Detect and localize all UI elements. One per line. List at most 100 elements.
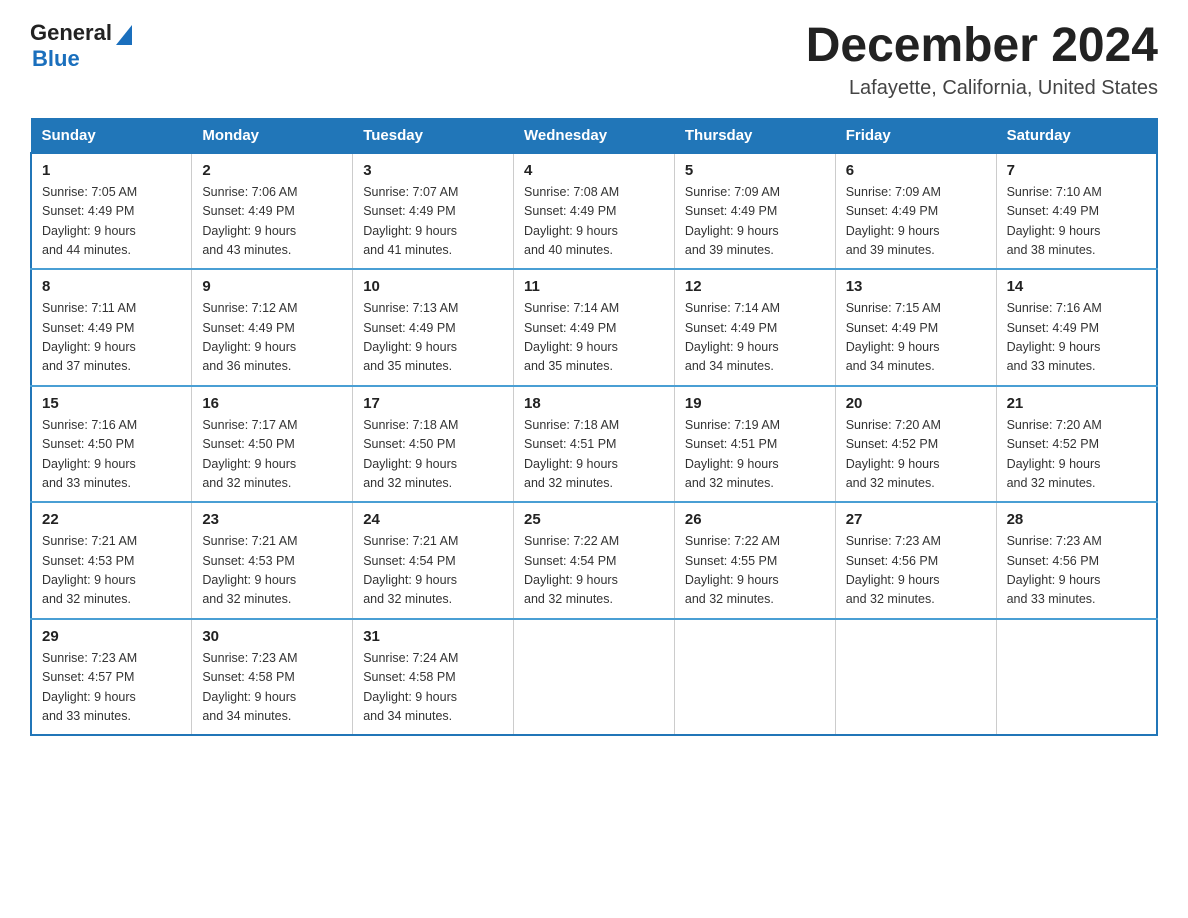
day-info: Sunrise: 7:11 AMSunset: 4:49 PMDaylight:… [42,299,181,377]
calendar-subtitle: Lafayette, California, United States [806,77,1158,100]
day-info: Sunrise: 7:20 AMSunset: 4:52 PMDaylight:… [1007,416,1146,494]
day-info: Sunrise: 7:21 AMSunset: 4:54 PMDaylight:… [363,532,503,610]
day-info: Sunrise: 7:22 AMSunset: 4:54 PMDaylight:… [524,532,664,610]
day-info: Sunrise: 7:05 AMSunset: 4:49 PMDaylight:… [42,183,181,261]
day-number: 18 [524,395,664,412]
day-number: 8 [42,278,181,295]
day-info: Sunrise: 7:09 AMSunset: 4:49 PMDaylight:… [846,183,986,261]
calendar-cell: 24 Sunrise: 7:21 AMSunset: 4:54 PMDayligh… [353,502,514,619]
day-number: 10 [363,278,503,295]
calendar-week-row: 8 Sunrise: 7:11 AMSunset: 4:49 PMDaylight… [31,269,1157,386]
day-info: Sunrise: 7:21 AMSunset: 4:53 PMDaylight:… [42,532,181,610]
day-info: Sunrise: 7:14 AMSunset: 4:49 PMDaylight:… [524,299,664,377]
day-info: Sunrise: 7:15 AMSunset: 4:49 PMDaylight:… [846,299,986,377]
day-number: 27 [846,511,986,528]
calendar-cell [835,619,996,736]
day-number: 21 [1007,395,1146,412]
day-number: 22 [42,511,181,528]
calendar-cell: 20 Sunrise: 7:20 AMSunset: 4:52 PMDayligh… [835,386,996,503]
calendar-cell: 22 Sunrise: 7:21 AMSunset: 4:53 PMDayligh… [31,502,192,619]
calendar-cell: 2 Sunrise: 7:06 AMSunset: 4:49 PMDaylight… [192,153,353,270]
calendar-cell: 27 Sunrise: 7:23 AMSunset: 4:56 PMDayligh… [835,502,996,619]
calendar-week-row: 29 Sunrise: 7:23 AMSunset: 4:57 PMDayligh… [31,619,1157,736]
day-info: Sunrise: 7:20 AMSunset: 4:52 PMDaylight:… [846,416,986,494]
day-number: 7 [1007,162,1146,179]
calendar-cell: 4Sunrise: 7:08 AMSunset: 4:49 PMDaylight… [514,153,675,270]
calendar-cell: 8 Sunrise: 7:11 AMSunset: 4:49 PMDaylight… [31,269,192,386]
calendar-cell: 14 Sunrise: 7:16 AMSunset: 4:49 PMDayligh… [996,269,1157,386]
day-info: Sunrise: 7:18 AMSunset: 4:51 PMDaylight:… [524,416,664,494]
day-info: Sunrise: 7:17 AMSunset: 4:50 PMDaylight:… [202,416,342,494]
calendar-cell: 31 Sunrise: 7:24 AMSunset: 4:58 PMDayligh… [353,619,514,736]
day-number: 29 [42,628,181,645]
day-number: 14 [1007,278,1146,295]
calendar-cell: 30Sunrise: 7:23 AMSunset: 4:58 PMDayligh… [192,619,353,736]
calendar-cell: 26Sunrise: 7:22 AMSunset: 4:55 PMDayligh… [674,502,835,619]
day-number: 28 [1007,511,1146,528]
calendar-cell: 23Sunrise: 7:21 AMSunset: 4:53 PMDayligh… [192,502,353,619]
calendar-cell [674,619,835,736]
day-number: 2 [202,162,342,179]
day-info: Sunrise: 7:16 AMSunset: 4:50 PMDaylight:… [42,416,181,494]
col-saturday: Saturday [996,118,1157,153]
col-tuesday: Tuesday [353,118,514,153]
calendar-cell: 25 Sunrise: 7:22 AMSunset: 4:54 PMDayligh… [514,502,675,619]
calendar-cell: 16 Sunrise: 7:17 AMSunset: 4:50 PMDayligh… [192,386,353,503]
title-block: December 2024 Lafayette, California, Uni… [806,20,1158,100]
day-info: Sunrise: 7:23 AMSunset: 4:57 PMDaylight:… [42,649,181,727]
calendar-week-row: 15Sunrise: 7:16 AMSunset: 4:50 PMDayligh… [31,386,1157,503]
calendar-cell: 9Sunrise: 7:12 AMSunset: 4:49 PMDaylight… [192,269,353,386]
day-info: Sunrise: 7:24 AMSunset: 4:58 PMDaylight:… [363,649,503,727]
day-info: Sunrise: 7:09 AMSunset: 4:49 PMDaylight:… [685,183,825,261]
calendar-cell: 18 Sunrise: 7:18 AMSunset: 4:51 PMDayligh… [514,386,675,503]
day-info: Sunrise: 7:23 AMSunset: 4:56 PMDaylight:… [846,532,986,610]
day-number: 20 [846,395,986,412]
col-sunday: Sunday [31,118,192,153]
calendar-cell: 13 Sunrise: 7:15 AMSunset: 4:49 PMDayligh… [835,269,996,386]
calendar-cell [996,619,1157,736]
day-number: 6 [846,162,986,179]
col-thursday: Thursday [674,118,835,153]
day-number: 4 [524,162,664,179]
day-number: 12 [685,278,825,295]
day-number: 23 [202,511,342,528]
calendar-cell: 6 Sunrise: 7:09 AMSunset: 4:49 PMDaylight… [835,153,996,270]
calendar-table: Sunday Monday Tuesday Wednesday Thursday… [30,118,1158,737]
calendar-header-row: Sunday Monday Tuesday Wednesday Thursday… [31,118,1157,153]
day-number: 16 [202,395,342,412]
day-info: Sunrise: 7:10 AMSunset: 4:49 PMDaylight:… [1007,183,1146,261]
day-number: 24 [363,511,503,528]
col-wednesday: Wednesday [514,118,675,153]
day-info: Sunrise: 7:12 AMSunset: 4:49 PMDaylight:… [202,299,342,377]
calendar-cell: 7 Sunrise: 7:10 AMSunset: 4:49 PMDaylight… [996,153,1157,270]
calendar-cell: 28 Sunrise: 7:23 AMSunset: 4:56 PMDayligh… [996,502,1157,619]
day-number: 13 [846,278,986,295]
col-friday: Friday [835,118,996,153]
day-number: 5 [685,162,825,179]
calendar-cell: 10 Sunrise: 7:13 AMSunset: 4:49 PMDayligh… [353,269,514,386]
logo-blue-text: Blue [32,46,80,72]
logo: General Blue [30,20,132,72]
calendar-cell [514,619,675,736]
day-info: Sunrise: 7:23 AMSunset: 4:56 PMDaylight:… [1007,532,1146,610]
day-info: Sunrise: 7:07 AMSunset: 4:49 PMDaylight:… [363,183,503,261]
calendar-cell: 15Sunrise: 7:16 AMSunset: 4:50 PMDayligh… [31,386,192,503]
day-number: 19 [685,395,825,412]
logo-general-text: General [30,20,112,46]
day-info: Sunrise: 7:16 AMSunset: 4:49 PMDaylight:… [1007,299,1146,377]
calendar-title: December 2024 [806,20,1158,73]
day-info: Sunrise: 7:22 AMSunset: 4:55 PMDaylight:… [685,532,825,610]
day-info: Sunrise: 7:13 AMSunset: 4:49 PMDaylight:… [363,299,503,377]
day-number: 25 [524,511,664,528]
day-info: Sunrise: 7:23 AMSunset: 4:58 PMDaylight:… [202,649,342,727]
col-monday: Monday [192,118,353,153]
day-info: Sunrise: 7:19 AMSunset: 4:51 PMDaylight:… [685,416,825,494]
page-header: General Blue December 2024 Lafayette, Ca… [30,20,1158,100]
day-info: Sunrise: 7:06 AMSunset: 4:49 PMDaylight:… [202,183,342,261]
calendar-cell: 19 Sunrise: 7:19 AMSunset: 4:51 PMDayligh… [674,386,835,503]
calendar-cell: 3Sunrise: 7:07 AMSunset: 4:49 PMDaylight… [353,153,514,270]
day-number: 31 [363,628,503,645]
calendar-cell: 12Sunrise: 7:14 AMSunset: 4:49 PMDayligh… [674,269,835,386]
calendar-week-row: 22 Sunrise: 7:21 AMSunset: 4:53 PMDayligh… [31,502,1157,619]
calendar-cell: 29 Sunrise: 7:23 AMSunset: 4:57 PMDayligh… [31,619,192,736]
